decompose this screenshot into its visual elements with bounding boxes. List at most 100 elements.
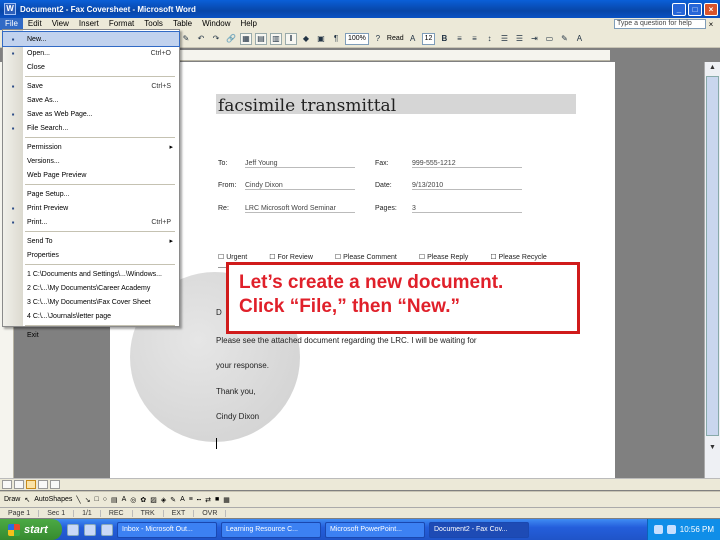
border-icon[interactable]: ▭ bbox=[543, 33, 555, 45]
taskbar: start Inbox - Microsoft Out... Learning … bbox=[0, 519, 720, 540]
file-menu-item[interactable]: 2 C:\...\My Documents\Career Academy bbox=[3, 281, 179, 295]
help-icon[interactable]: ? bbox=[372, 33, 384, 45]
status-rec[interactable]: REC bbox=[101, 509, 133, 517]
font-color-draw-icon[interactable]: A bbox=[180, 496, 185, 503]
dash-style-icon[interactable]: ┅ bbox=[197, 496, 201, 504]
file-menu-item-label: Close bbox=[27, 63, 45, 71]
file-menu-item[interactable]: Web Page Preview bbox=[3, 168, 179, 182]
align-center-icon[interactable]: ≡ bbox=[468, 33, 480, 45]
quicklaunch-firefox-icon[interactable] bbox=[84, 523, 96, 536]
redo-icon[interactable]: ↷ bbox=[210, 33, 222, 45]
show-hide-icon[interactable]: ¶ bbox=[330, 33, 342, 45]
select-objects-icon[interactable]: ↖ bbox=[24, 496, 30, 504]
line-style-icon[interactable]: ≡ bbox=[189, 496, 193, 503]
file-menu-item[interactable]: Exit bbox=[3, 328, 179, 342]
file-menu-item[interactable]: Send To ▸ bbox=[3, 234, 179, 248]
read-button[interactable]: Read bbox=[387, 35, 404, 42]
menu-help[interactable]: Help bbox=[236, 18, 262, 30]
docmap-icon[interactable]: ▣ bbox=[315, 33, 327, 45]
task-outlook[interactable]: Inbox - Microsoft Out... bbox=[117, 521, 217, 538]
highlight-icon[interactable]: ✎ bbox=[558, 33, 570, 45]
help-search-input[interactable]: Type a question for help bbox=[614, 19, 706, 29]
format-painter-icon[interactable]: ✎ bbox=[180, 33, 192, 45]
arrow-icon[interactable]: ↘ bbox=[85, 496, 91, 504]
excel-icon[interactable]: ▥ bbox=[270, 32, 282, 45]
columns-icon[interactable]: ‖ bbox=[285, 32, 297, 45]
file-menu-item[interactable]: ▪ Save as Web Page... bbox=[3, 107, 179, 121]
reading-view-icon[interactable] bbox=[50, 480, 60, 489]
print-view-icon[interactable] bbox=[26, 480, 36, 489]
style-icon[interactable]: A bbox=[407, 33, 419, 45]
scroll-up-icon[interactable]: ▲ bbox=[706, 62, 719, 74]
outline-view-icon[interactable] bbox=[38, 480, 48, 489]
scroll-thumb[interactable] bbox=[706, 76, 719, 436]
normal-view-icon[interactable] bbox=[2, 480, 12, 489]
tray-volume-icon[interactable] bbox=[666, 525, 676, 534]
status-ovr[interactable]: OVR bbox=[194, 509, 227, 517]
oval-icon[interactable]: ○ bbox=[103, 496, 107, 503]
minimize-button[interactable]: _ bbox=[672, 2, 686, 16]
clipart-icon[interactable]: ✿ bbox=[140, 496, 146, 504]
file-menu-item[interactable]: ▪ Open... Ctrl+O bbox=[3, 46, 179, 60]
fill-color-icon[interactable]: ◈ bbox=[161, 496, 166, 504]
zoom-select[interactable]: 100% bbox=[345, 32, 369, 45]
numbering-icon[interactable]: ☰ bbox=[498, 33, 510, 45]
3d-icon[interactable]: ▦ bbox=[223, 496, 230, 504]
rectangle-icon[interactable]: □ bbox=[94, 496, 98, 503]
file-menu-item[interactable]: 4 C:\...\Journals\letter page bbox=[3, 309, 179, 323]
file-menu-item[interactable]: ▪ Print Preview bbox=[3, 201, 179, 215]
document-close-icon[interactable]: × bbox=[706, 20, 716, 29]
picture-icon[interactable]: ▨ bbox=[150, 496, 157, 504]
hyperlink-icon[interactable]: 🔗 bbox=[225, 33, 237, 45]
draw-menu[interactable]: Draw bbox=[4, 496, 20, 503]
line-color-icon[interactable]: ✎ bbox=[170, 496, 176, 504]
file-menu-item[interactable]: Permission ▸ bbox=[3, 140, 179, 154]
web-view-icon[interactable] bbox=[14, 480, 24, 489]
start-button[interactable]: start bbox=[0, 519, 62, 540]
vertical-scrollbar[interactable]: ▲ ▼ bbox=[704, 62, 720, 482]
tray-network-icon[interactable] bbox=[653, 525, 663, 534]
file-menu-item[interactable]: Versions... bbox=[3, 154, 179, 168]
task-powerpoint[interactable]: Microsoft PowerPoint... bbox=[325, 521, 425, 538]
line-spacing-icon[interactable]: ↕ bbox=[483, 33, 495, 45]
quicklaunch-desktop-icon[interactable] bbox=[101, 523, 113, 536]
file-menu-item[interactable]: ▪ File Search... bbox=[3, 121, 179, 135]
bold-icon[interactable]: B bbox=[438, 33, 450, 45]
file-menu-item[interactable]: Page Setup... bbox=[3, 187, 179, 201]
close-button[interactable]: × bbox=[704, 2, 718, 16]
menu-window[interactable]: Window bbox=[197, 18, 235, 30]
file-menu-item[interactable]: 1 C:\Documents and Settings\...\Windows.… bbox=[3, 267, 179, 281]
quicklaunch-ie-icon[interactable] bbox=[67, 523, 79, 536]
task-word-document[interactable]: Document2 - Fax Cov... bbox=[429, 521, 529, 538]
file-menu-item[interactable]: Close bbox=[3, 60, 179, 74]
font-size-select[interactable]: 12 bbox=[421, 32, 436, 45]
font-color-icon[interactable]: A bbox=[573, 33, 585, 45]
diagram-icon[interactable]: ◎ bbox=[130, 496, 136, 504]
shadow-icon[interactable]: ■ bbox=[215, 496, 219, 503]
align-left-icon[interactable]: ≡ bbox=[453, 33, 465, 45]
scroll-down-icon[interactable]: ▼ bbox=[706, 442, 719, 454]
insert-table-icon[interactable]: ▤ bbox=[255, 32, 267, 45]
file-menu-item[interactable]: 3 C:\...\My Documents\Fax Cover Sheet bbox=[3, 295, 179, 309]
file-menu-item[interactable]: ▪ Print... Ctrl+P bbox=[3, 215, 179, 229]
maximize-button[interactable]: □ bbox=[688, 2, 702, 16]
wordart-icon[interactable]: A bbox=[122, 496, 127, 503]
tables-icon[interactable]: ▦ bbox=[240, 32, 252, 45]
file-menu-item[interactable]: ▪ New... bbox=[2, 31, 180, 47]
textbox-icon[interactable]: ▤ bbox=[111, 496, 118, 504]
status-ext[interactable]: EXT bbox=[164, 509, 195, 517]
status-trk[interactable]: TRK bbox=[133, 509, 164, 517]
horizontal-scrollbar[interactable] bbox=[0, 478, 720, 490]
horizontal-ruler[interactable] bbox=[180, 50, 610, 61]
file-menu-item[interactable]: Save As... bbox=[3, 93, 179, 107]
task-learning-resource[interactable]: Learning Resource C... bbox=[221, 521, 321, 538]
drawing-icon[interactable]: ◆ bbox=[300, 33, 312, 45]
indent-icon[interactable]: ⇥ bbox=[528, 33, 540, 45]
file-menu-item[interactable]: Properties bbox=[3, 248, 179, 262]
autoshapes-menu[interactable]: AutoShapes bbox=[34, 496, 72, 503]
undo-icon[interactable]: ↶ bbox=[195, 33, 207, 45]
arrow-style-icon[interactable]: ⇄ bbox=[205, 496, 211, 504]
file-menu-item[interactable]: ▪ Save Ctrl+S bbox=[3, 79, 179, 93]
bullets-icon[interactable]: ☰ bbox=[513, 33, 525, 45]
line-icon[interactable]: ╲ bbox=[76, 496, 80, 504]
